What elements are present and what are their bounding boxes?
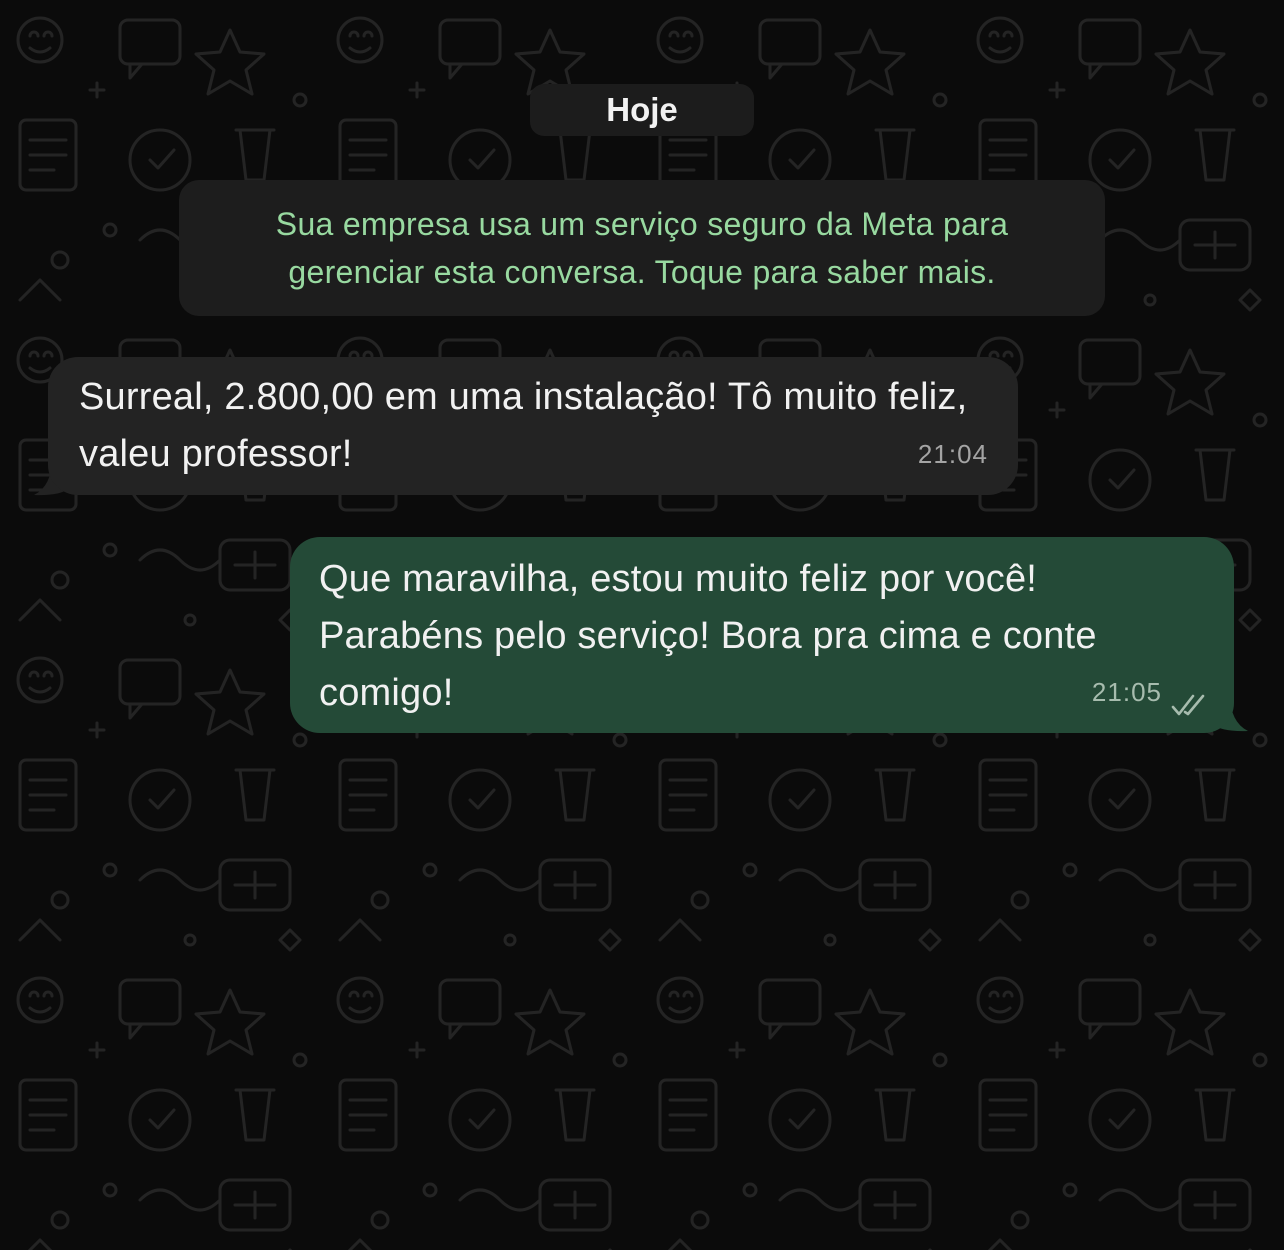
date-separator: Hoje <box>530 84 754 136</box>
incoming-message[interactable]: Surreal, 2.800,00 em uma instalação! Tô … <box>48 357 1018 495</box>
message-timestamp: 21:05 <box>1091 677 1162 707</box>
message-text: Que maravilha, estou muito feliz por voc… <box>319 558 1097 714</box>
message-text: Surreal, 2.800,00 em uma instalação! Tô … <box>79 376 968 475</box>
message-timestamp: 21:04 <box>917 439 988 469</box>
outgoing-message[interactable]: Que maravilha, estou muito feliz por voc… <box>290 537 1234 733</box>
chat-conversation: Hoje Sua empresa usa um serviço seguro d… <box>0 0 1284 1250</box>
meta-business-notice[interactable]: Sua empresa usa um serviço seguro da Met… <box>179 180 1105 316</box>
double-check-icon <box>1171 694 1205 716</box>
